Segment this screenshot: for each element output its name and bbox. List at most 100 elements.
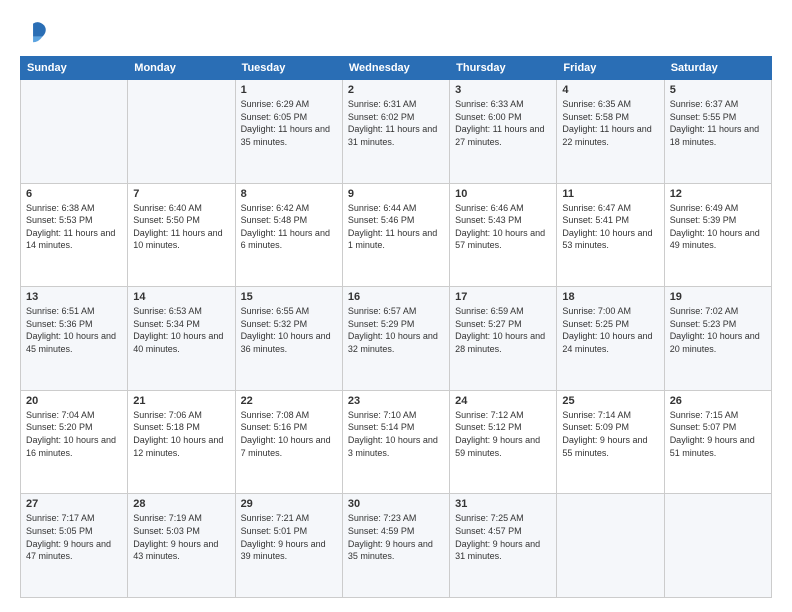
day-number: 13 (26, 291, 122, 303)
day-number: 18 (562, 291, 658, 303)
calendar-cell: 11 Sunrise: 6:47 AM Sunset: 5:41 PM Dayli… (557, 183, 664, 287)
header (20, 18, 772, 46)
cell-content: Sunrise: 6:38 AM Sunset: 5:53 PM Dayligh… (26, 202, 122, 252)
day-number: 29 (241, 498, 337, 510)
calendar-page: SundayMondayTuesdayWednesdayThursdayFrid… (0, 0, 792, 612)
cell-content: Sunrise: 7:00 AM Sunset: 5:25 PM Dayligh… (562, 305, 658, 355)
calendar-cell: 24 Sunrise: 7:12 AM Sunset: 5:12 PM Dayli… (450, 390, 557, 494)
calendar-cell: 4 Sunrise: 6:35 AM Sunset: 5:58 PM Daylig… (557, 80, 664, 184)
calendar-cell: 27Sunrise: 7:17 AM Sunset: 5:05 PM Dayli… (21, 494, 128, 598)
day-number: 12 (670, 188, 766, 200)
calendar-row: 13 Sunrise: 6:51 AM Sunset: 5:36 PM Dayli… (21, 287, 772, 391)
cell-content: Sunrise: 7:10 AM Sunset: 5:14 PM Dayligh… (348, 409, 444, 459)
calendar-cell: 30Sunrise: 7:23 AM Sunset: 4:59 PM Dayli… (342, 494, 449, 598)
weekday-header-row: SundayMondayTuesdayWednesdayThursdayFrid… (21, 57, 772, 80)
day-number: 14 (133, 291, 229, 303)
cell-content: Sunrise: 6:31 AM Sunset: 6:02 PM Dayligh… (348, 98, 444, 148)
calendar-cell (664, 494, 771, 598)
calendar-cell: 25 Sunrise: 7:14 AM Sunset: 5:09 PM Dayli… (557, 390, 664, 494)
day-number: 21 (133, 395, 229, 407)
weekday-header: Saturday (664, 57, 771, 80)
day-number: 4 (562, 84, 658, 96)
cell-content: Sunrise: 7:25 AM Sunset: 4:57 PM Dayligh… (455, 512, 551, 562)
day-number: 11 (562, 188, 658, 200)
cell-content: Sunrise: 6:46 AM Sunset: 5:43 PM Dayligh… (455, 202, 551, 252)
day-number: 26 (670, 395, 766, 407)
calendar-cell (21, 80, 128, 184)
weekday-header: Thursday (450, 57, 557, 80)
day-number: 25 (562, 395, 658, 407)
calendar-cell (557, 494, 664, 598)
weekday-header: Monday (128, 57, 235, 80)
day-number: 6 (26, 188, 122, 200)
calendar-cell: 22Sunrise: 7:08 AM Sunset: 5:16 PM Dayli… (235, 390, 342, 494)
cell-content: Sunrise: 7:21 AM Sunset: 5:01 PM Dayligh… (241, 512, 337, 562)
cell-content: Sunrise: 6:49 AM Sunset: 5:39 PM Dayligh… (670, 202, 766, 252)
cell-content: Sunrise: 7:02 AM Sunset: 5:23 PM Dayligh… (670, 305, 766, 355)
cell-content: Sunrise: 6:40 AM Sunset: 5:50 PM Dayligh… (133, 202, 229, 252)
day-number: 3 (455, 84, 551, 96)
calendar-cell: 21 Sunrise: 7:06 AM Sunset: 5:18 PM Dayli… (128, 390, 235, 494)
cell-content: Sunrise: 6:37 AM Sunset: 5:55 PM Dayligh… (670, 98, 766, 148)
calendar-cell: 2 Sunrise: 6:31 AM Sunset: 6:02 PM Daylig… (342, 80, 449, 184)
cell-content: Sunrise: 6:44 AM Sunset: 5:46 PM Dayligh… (348, 202, 444, 252)
calendar-cell: 31 Sunrise: 7:25 AM Sunset: 4:57 PM Dayli… (450, 494, 557, 598)
cell-content: Sunrise: 6:42 AM Sunset: 5:48 PM Dayligh… (241, 202, 337, 252)
calendar-cell: 23Sunrise: 7:10 AM Sunset: 5:14 PM Dayli… (342, 390, 449, 494)
day-number: 28 (133, 498, 229, 510)
calendar-cell: 10 Sunrise: 6:46 AM Sunset: 5:43 PM Dayli… (450, 183, 557, 287)
cell-content: Sunrise: 6:29 AM Sunset: 6:05 PM Dayligh… (241, 98, 337, 148)
calendar-cell: 8 Sunrise: 6:42 AM Sunset: 5:48 PM Daylig… (235, 183, 342, 287)
calendar-cell: 13 Sunrise: 6:51 AM Sunset: 5:36 PM Dayli… (21, 287, 128, 391)
cell-content: Sunrise: 6:35 AM Sunset: 5:58 PM Dayligh… (562, 98, 658, 148)
cell-content: Sunrise: 6:59 AM Sunset: 5:27 PM Dayligh… (455, 305, 551, 355)
weekday-header: Tuesday (235, 57, 342, 80)
day-number: 10 (455, 188, 551, 200)
calendar-row: 6 Sunrise: 6:38 AM Sunset: 5:53 PM Daylig… (21, 183, 772, 287)
day-number: 7 (133, 188, 229, 200)
calendar-cell: 1 Sunrise: 6:29 AM Sunset: 6:05 PM Daylig… (235, 80, 342, 184)
weekday-header: Wednesday (342, 57, 449, 80)
logo-icon (20, 18, 48, 46)
calendar-cell: 7 Sunrise: 6:40 AM Sunset: 5:50 PM Daylig… (128, 183, 235, 287)
day-number: 24 (455, 395, 551, 407)
calendar-cell: 9 Sunrise: 6:44 AM Sunset: 5:46 PM Daylig… (342, 183, 449, 287)
calendar-cell: 26Sunrise: 7:15 AM Sunset: 5:07 PM Dayli… (664, 390, 771, 494)
calendar-cell: 3 Sunrise: 6:33 AM Sunset: 6:00 PM Daylig… (450, 80, 557, 184)
calendar-cell: 19 Sunrise: 7:02 AM Sunset: 5:23 PM Dayli… (664, 287, 771, 391)
cell-content: Sunrise: 7:14 AM Sunset: 5:09 PM Dayligh… (562, 409, 658, 459)
day-number: 17 (455, 291, 551, 303)
logo (20, 18, 52, 46)
day-number: 20 (26, 395, 122, 407)
day-number: 8 (241, 188, 337, 200)
cell-content: Sunrise: 6:33 AM Sunset: 6:00 PM Dayligh… (455, 98, 551, 148)
weekday-header: Friday (557, 57, 664, 80)
calendar-cell: 12 Sunrise: 6:49 AM Sunset: 5:39 PM Dayli… (664, 183, 771, 287)
day-number: 2 (348, 84, 444, 96)
cell-content: Sunrise: 6:51 AM Sunset: 5:36 PM Dayligh… (26, 305, 122, 355)
calendar-cell: 5 Sunrise: 6:37 AM Sunset: 5:55 PM Daylig… (664, 80, 771, 184)
cell-content: Sunrise: 7:04 AM Sunset: 5:20 PM Dayligh… (26, 409, 122, 459)
cell-content: Sunrise: 6:55 AM Sunset: 5:32 PM Dayligh… (241, 305, 337, 355)
calendar-row: 27Sunrise: 7:17 AM Sunset: 5:05 PM Dayli… (21, 494, 772, 598)
day-number: 27 (26, 498, 122, 510)
cell-content: Sunrise: 6:47 AM Sunset: 5:41 PM Dayligh… (562, 202, 658, 252)
cell-content: Sunrise: 7:06 AM Sunset: 5:18 PM Dayligh… (133, 409, 229, 459)
day-number: 9 (348, 188, 444, 200)
calendar-cell: 15 Sunrise: 6:55 AM Sunset: 5:32 PM Dayli… (235, 287, 342, 391)
calendar-cell: 14Sunrise: 6:53 AM Sunset: 5:34 PM Dayli… (128, 287, 235, 391)
day-number: 30 (348, 498, 444, 510)
calendar-cell: 18 Sunrise: 7:00 AM Sunset: 5:25 PM Dayli… (557, 287, 664, 391)
weekday-header: Sunday (21, 57, 128, 80)
day-number: 19 (670, 291, 766, 303)
cell-content: Sunrise: 7:19 AM Sunset: 5:03 PM Dayligh… (133, 512, 229, 562)
day-number: 16 (348, 291, 444, 303)
day-number: 15 (241, 291, 337, 303)
cell-content: Sunrise: 7:08 AM Sunset: 5:16 PM Dayligh… (241, 409, 337, 459)
calendar-cell: 16Sunrise: 6:57 AM Sunset: 5:29 PM Dayli… (342, 287, 449, 391)
day-number: 5 (670, 84, 766, 96)
day-number: 1 (241, 84, 337, 96)
day-number: 31 (455, 498, 551, 510)
cell-content: Sunrise: 7:12 AM Sunset: 5:12 PM Dayligh… (455, 409, 551, 459)
calendar-cell: 28 Sunrise: 7:19 AM Sunset: 5:03 PM Dayli… (128, 494, 235, 598)
